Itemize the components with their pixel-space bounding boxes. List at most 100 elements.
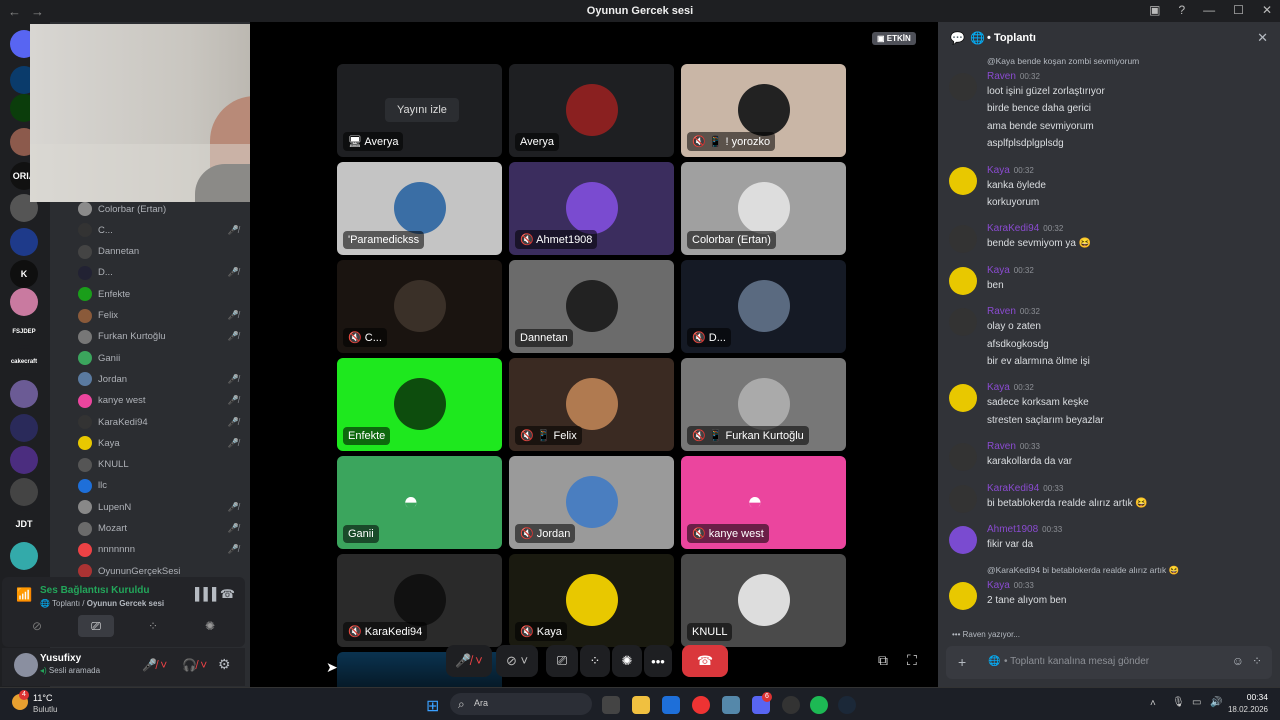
microphone-icon[interactable]: 🎙 (1172, 697, 1185, 708)
more-options-icon[interactable]: ••• (644, 645, 672, 677)
back-arrow-icon[interactable]: ← (8, 4, 21, 19)
mute-icon[interactable]: 🎤̸ ˅ (142, 658, 167, 672)
soundboard-icon[interactable]: ✺ (205, 619, 215, 633)
avatar[interactable] (949, 166, 977, 195)
participant-tile[interactable]: 🔇 Kaya (509, 554, 674, 647)
windows-start-icon[interactable]: ⊞ (426, 696, 439, 716)
voice-member[interactable]: Colorbar (Ertan) (78, 199, 243, 219)
voice-member[interactable]: Enfekte (78, 284, 243, 304)
settings-gear-icon[interactable]: ⚙ (218, 656, 231, 673)
server-13[interactable] (10, 446, 38, 474)
mic-toggle-button[interactable]: 🎤̸ ˅ (446, 645, 492, 677)
add-attachment-icon[interactable]: + (958, 654, 966, 670)
author-name[interactable]: Raven (987, 441, 1016, 452)
participant-tile[interactable]: 'Paramedickss (337, 162, 502, 255)
participant-tile[interactable]: 🔇 KaraKedi94 (337, 554, 502, 647)
reply-preview[interactable]: @KaraKedi94 bi betablokerda realde alırı… (987, 565, 1179, 576)
store-icon[interactable] (662, 696, 680, 714)
server-14[interactable] (10, 478, 38, 506)
participant-tile[interactable]: 🔇 C... (337, 260, 502, 353)
file-explorer-icon[interactable] (632, 696, 650, 714)
participant-tile[interactable]: 🔇 Ahmet1908 (509, 162, 674, 255)
server-fsjdep[interactable]: FSJDEP (10, 318, 38, 346)
voice-member[interactable]: Mozart 🎤̸ (78, 519, 243, 539)
avatar[interactable] (949, 266, 977, 295)
author-name[interactable]: Kaya (987, 165, 1010, 176)
voice-member[interactable]: kanye west 🎤̸ (78, 391, 243, 411)
server-jdt[interactable]: JDT (10, 510, 38, 538)
server-11[interactable] (10, 380, 38, 408)
avatar[interactable] (949, 582, 977, 611)
message-input-box[interactable]: + 🌐 • Toplantı kanalına mesaj gönder ☺ ⁘ (946, 646, 1272, 679)
author-name[interactable]: Kaya (987, 580, 1010, 591)
disconnect-icon[interactable]: ☎ (220, 587, 235, 601)
camera-toggle-button[interactable]: ⊘ ˅ (496, 645, 538, 677)
avatar[interactable] (949, 384, 977, 413)
author-name[interactable]: KaraKedi94 (987, 223, 1039, 234)
close-window-button[interactable]: ✕ (1262, 3, 1272, 17)
voice-member[interactable]: Kaya 🎤̸ (78, 433, 243, 453)
participant-tile[interactable]: 🔇 📱 ! yorozko (681, 64, 846, 157)
task-view-icon[interactable] (602, 696, 620, 714)
voice-member[interactable]: LupenN 🎤̸ (78, 497, 243, 517)
avatar[interactable] (949, 225, 977, 254)
noise-suppression-icon[interactable]: ▌▌▌ (195, 587, 221, 601)
activities-icon[interactable]: ⁘ (148, 619, 158, 633)
app-icon-2[interactable] (782, 696, 800, 714)
activity-button[interactable]: ⁘ (580, 645, 610, 677)
server-12[interactable] (10, 414, 38, 442)
tray-overflow-icon[interactable]: ˄ (1150, 698, 1156, 709)
avatar[interactable] (949, 526, 977, 554)
voice-member[interactable]: Furkan Kurtoğlu 🎤̸ (78, 327, 243, 347)
participant-tile[interactable]: KNULL (681, 554, 846, 647)
clock-date[interactable]: 18.02.2026 (1218, 705, 1268, 714)
reply-preview[interactable]: @Kaya bende koşan zombi sevmiyorum (987, 56, 1139, 66)
camera-off-icon[interactable]: ⊘ (32, 619, 42, 633)
soundboard-button[interactable]: ✺ (612, 645, 642, 677)
participant-tile[interactable]: 🔇 📱 Felix (509, 358, 674, 451)
minimize-button[interactable]: — (1203, 3, 1215, 17)
avatar[interactable] (949, 73, 977, 101)
forward-arrow-icon[interactable]: → (31, 4, 44, 19)
participant-tile[interactable]: ◓ 🔇 kanye west (681, 456, 846, 549)
voice-member[interactable]: C... 🎤̸ (78, 220, 243, 240)
participant-tile[interactable]: Averya (509, 64, 674, 157)
avatar[interactable] (949, 308, 977, 337)
voice-member[interactable]: Felix 🎤̸ (78, 306, 243, 326)
username[interactable]: Yusufixy (40, 653, 81, 664)
author-name[interactable]: Kaya (987, 382, 1010, 393)
author-name[interactable]: Raven (987, 71, 1016, 82)
share-screen-button[interactable]: ⎚ (546, 645, 578, 677)
help-icon[interactable]: ? (1178, 3, 1185, 17)
voice-member[interactable]: KaraKedi94 🎤̸ (78, 412, 243, 432)
voice-member[interactable]: KNULL (78, 455, 243, 475)
author-name[interactable]: KaraKedi94 (987, 483, 1039, 494)
author-name[interactable]: Ahmet1908 (987, 524, 1038, 535)
maximize-button[interactable]: ☐ (1233, 3, 1244, 17)
spotify-icon[interactable] (810, 696, 828, 714)
server-8[interactable] (10, 288, 38, 316)
voice-member[interactable]: Ganii (78, 348, 243, 368)
fullscreen-icon[interactable]: ⛶ (907, 652, 917, 669)
participant-tile[interactable]: 🔇 Jordan (509, 456, 674, 549)
apps-icon[interactable]: ⁘ (1252, 654, 1262, 668)
voice-member[interactable]: Dannetan (78, 242, 243, 262)
participant-tile[interactable]: Yayını izle 🖥 Averya (337, 64, 502, 157)
participant-tile[interactable]: Colorbar (Ertan) (681, 162, 846, 255)
clock-time[interactable]: 00:34 (1228, 692, 1268, 702)
voice-channel-name[interactable]: Toplantı (52, 599, 80, 608)
author-name[interactable]: Raven (987, 306, 1016, 317)
voice-member[interactable]: Jordan 🎤̸ (78, 369, 243, 389)
server-kick[interactable]: K (10, 260, 38, 288)
search-box[interactable]: ⌕ Ara (450, 693, 592, 715)
participant-tile[interactable]: 🔇 📱 Furkan Kurtoğlu (681, 358, 846, 451)
steam-icon[interactable] (838, 696, 856, 714)
voice-member[interactable]: nnnnnnn 🎤̸ (78, 540, 243, 560)
leave-call-button[interactable]: ☎ (682, 645, 728, 677)
network-icon[interactable]: ▭ (1192, 697, 1201, 708)
avatar[interactable] (949, 484, 977, 513)
watch-stream-button[interactable]: Yayını izle (385, 98, 459, 122)
author-name[interactable]: Kaya (987, 265, 1010, 276)
server-16[interactable] (10, 542, 38, 570)
server-cakecraft[interactable]: cakecraft (10, 348, 38, 376)
